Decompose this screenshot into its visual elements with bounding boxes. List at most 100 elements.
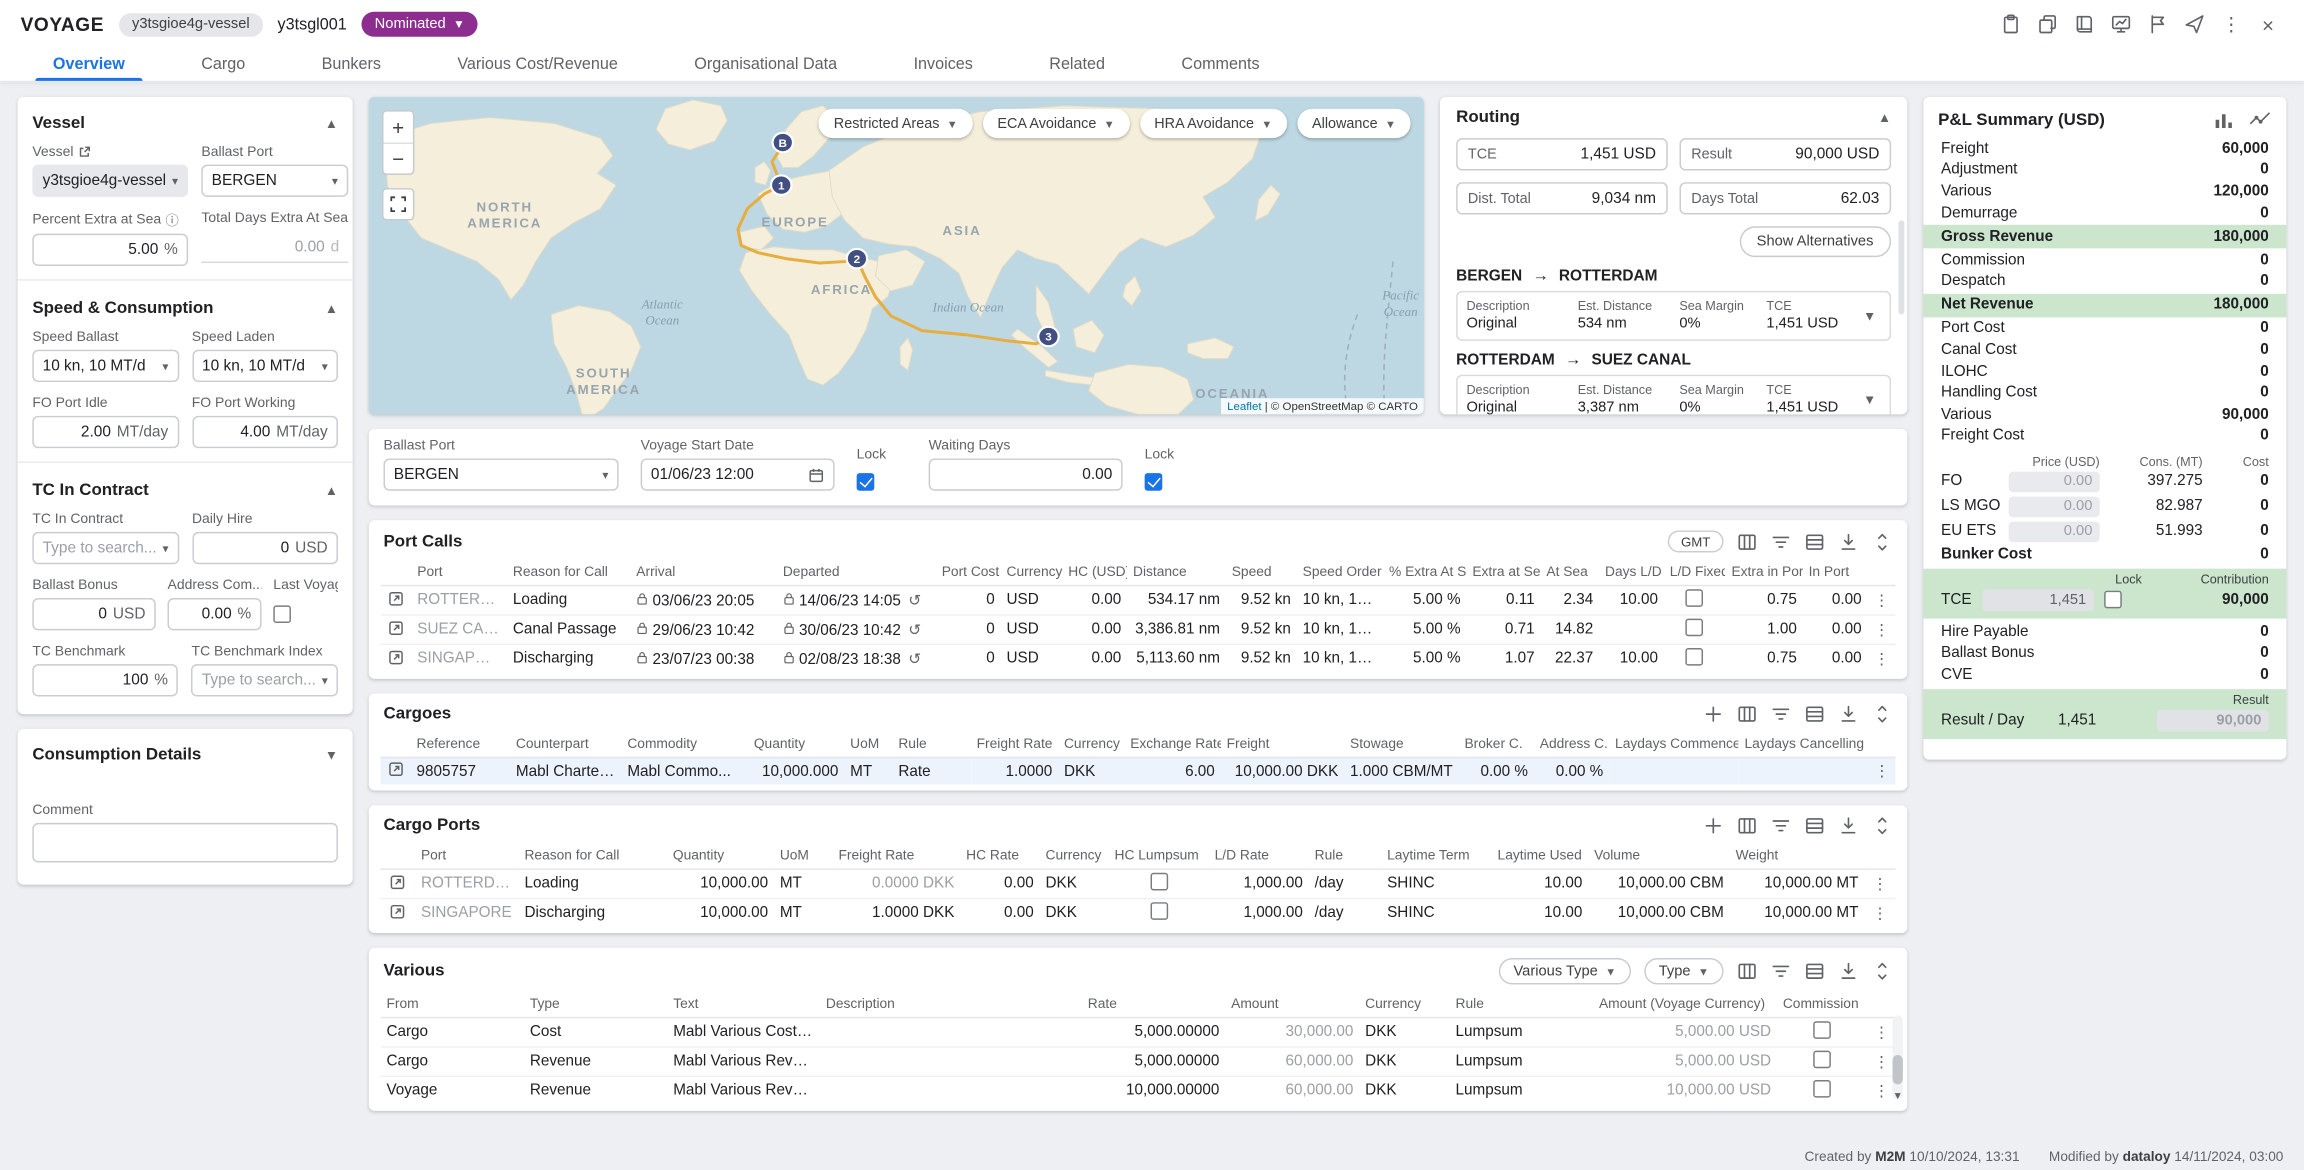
daily-hire-input[interactable]: 0USD <box>192 532 338 564</box>
cargo-port-cell-kebab[interactable]: ⋮ <box>1864 869 1895 898</box>
various-col-amount[interactable]: Amount <box>1225 992 1359 1018</box>
filter-icon[interactable] <box>1771 816 1792 837</box>
row-menu-icon[interactable]: ⋮ <box>1874 593 1889 609</box>
various-col-commission[interactable]: Commission <box>1777 992 1867 1018</box>
flag-icon[interactable] <box>2142 9 2173 40</box>
various-row[interactable]: VoyageRevenueMabl Various Revenue Lu...1… <box>381 1076 1896 1105</box>
port-call-cell-days_ld[interactable] <box>1599 615 1664 644</box>
percent-extra-input[interactable]: 5.00% <box>32 234 188 266</box>
cargo-col-quantity[interactable]: Quantity <box>748 732 844 758</box>
cargo-cell-reference[interactable]: 9805757 <box>411 757 510 784</box>
various-col-from[interactable]: From <box>381 992 524 1018</box>
history-icon[interactable]: ↺ <box>908 593 921 609</box>
cargo-col-counterpart[interactable]: Counterpart <box>510 732 621 758</box>
map-marker-3[interactable]: 3 <box>1038 327 1058 346</box>
port-call-cell-port[interactable]: ROTTERDA... <box>411 586 507 615</box>
tce-lock-checkbox[interactable] <box>2104 591 2122 609</box>
cargo-cell-uom[interactable]: MT <box>844 757 892 784</box>
map-filter-eca-avoidance[interactable]: ECA Avoidance▼ <box>983 109 1130 138</box>
download-icon[interactable] <box>1838 704 1859 725</box>
various-cell-amount_voyage[interactable]: 10,000.00 USD <box>1593 1076 1777 1105</box>
port-call-cell-arrival[interactable]: 03/06/23 20:05 <box>630 586 777 615</box>
zoom-out-button[interactable]: − <box>384 143 413 174</box>
tc-contract-search[interactable]: Type to search...▾ <box>32 532 178 564</box>
chart-icon[interactable] <box>2106 9 2137 40</box>
cargo-port-cell-currency[interactable]: DKK <box>1040 869 1109 898</box>
port-call-col-hc-usd[interactable]: HC (USD) <box>1062 560 1127 586</box>
cargo-port-cell-uom[interactable]: MT <box>774 899 833 928</box>
cargo-port-row[interactable]: SINGAPOREDischarging10,000.00MT1.0000 DK… <box>381 899 1896 928</box>
cargo-port-cell-ld_rate[interactable]: 1,000.00 <box>1209 899 1309 928</box>
cargo-port-cell-laytime_term[interactable]: SHINC <box>1381 899 1491 928</box>
cargo-col-exchange-rate[interactable]: Exchange Rate <box>1124 732 1220 758</box>
cargo-port-col-icon[interactable] <box>1864 843 1895 869</box>
port-call-cell-departed[interactable]: 02/08/23 18:38↺ <box>777 644 936 673</box>
bar-chart-icon[interactable] <box>2213 109 2235 131</box>
port-call-col-extra-at-sea[interactable]: % Extra At Sea <box>1383 560 1466 586</box>
port-call-cell-port_cost[interactable]: 0 <box>936 644 1001 673</box>
port-call-cell-kebab[interactable]: ⋮ <box>1868 586 1896 615</box>
various-cell-description[interactable] <box>820 1018 1082 1047</box>
view-columns-icon[interactable] <box>1737 961 1758 982</box>
history-icon[interactable]: ↺ <box>908 652 921 668</box>
cargo-port-cell-weight[interactable]: 10,000.00 MT <box>1730 869 1865 898</box>
various-commission-checkbox[interactable] <box>1813 1051 1831 1069</box>
cargo-cell-commodity[interactable]: Mabl Commo... <box>621 757 747 784</box>
cargo-port-hc_lumpsum-checkbox[interactable] <box>1150 873 1168 891</box>
bunker-price-input[interactable]: 0.00 <box>2009 496 2100 517</box>
map-filter-hra-avoidance[interactable]: HRA Avoidance▼ <box>1140 109 1287 138</box>
port-call-cell-in_port[interactable]: 0.00 <box>1803 586 1868 615</box>
ballast-port-select[interactable]: BERGEN▾ <box>201 165 348 197</box>
chevron-down-icon[interactable]: ▼ <box>1863 392 1881 407</box>
cargo-port-cell-currency[interactable]: DKK <box>1040 899 1109 928</box>
various-cell-currency[interactable]: DKK <box>1359 1076 1449 1105</box>
logbook-icon[interactable] <box>2069 9 2100 40</box>
clipboard-icon[interactable] <box>1995 9 2026 40</box>
cargo-port-cell-weight[interactable]: 10,000.00 MT <box>1730 899 1865 928</box>
tab-overview[interactable]: Overview <box>15 48 163 80</box>
port-call-col-port-cost[interactable]: Port Cost <box>936 560 1001 586</box>
cargo-col-currency[interactable]: Currency <box>1058 732 1124 758</box>
cargo-port-col-laytime-used[interactable]: Laytime Used <box>1492 843 1589 869</box>
trend-icon[interactable] <box>2248 109 2272 131</box>
port-call-ld_fixed-checkbox[interactable] <box>1686 589 1704 607</box>
port-call-col-icon[interactable] <box>381 560 412 586</box>
comment-textarea[interactable] <box>32 823 338 863</box>
cargo-port-col-freight-rate[interactable]: Freight Rate <box>833 843 961 869</box>
port-call-cell-ld_fixed[interactable] <box>1664 586 1726 615</box>
port-call-col-speed-order[interactable]: Speed Order <box>1297 560 1383 586</box>
cargo-cell-freight_rate[interactable]: 1.0000 <box>971 757 1058 784</box>
show-alternatives-button[interactable]: Show Alternatives <box>1739 226 1891 257</box>
info-icon[interactable]: ⓘ <box>166 210 179 229</box>
scrollbar[interactable]: ▼ <box>1893 1015 1903 1099</box>
osm-credit[interactable]: © OpenStreetMap <box>1271 400 1364 413</box>
row-menu-icon[interactable]: ⋮ <box>1874 1084 1889 1100</box>
port-call-cell-currency[interactable]: USD <box>1001 615 1063 644</box>
cargo-port-cell-laytime_used[interactable]: 10.00 <box>1492 869 1589 898</box>
cargo-port-cell-quantity[interactable]: 10,000.00 <box>667 899 774 928</box>
cargo-port-cell-laytime_used[interactable]: 10.00 <box>1492 899 1589 928</box>
port-call-cell-open[interactable] <box>381 644 412 673</box>
port-call-row[interactable]: ROTTERDA...Loading03/06/23 20:0514/06/23… <box>381 586 1896 615</box>
filter-various-type[interactable]: Various Type▼ <box>1499 958 1631 984</box>
cargo-port-cell-rule[interactable]: /day <box>1309 899 1381 928</box>
various-cell-from[interactable]: Voyage <box>381 1076 524 1105</box>
cargo-port-cell-freight_rate[interactable]: 1.0000 DKK <box>833 899 961 928</box>
port-call-row[interactable]: SINGAPOREDischarging23/07/23 00:3802/08/… <box>381 644 1896 673</box>
cargo-port-col-reason-for-call[interactable]: Reason for Call <box>519 843 667 869</box>
tab-comments[interactable]: Comments <box>1143 48 1298 80</box>
various-col-text[interactable]: Text <box>667 992 820 1018</box>
cargo-cell-address_c[interactable]: 0.00 % <box>1534 757 1609 784</box>
close-icon[interactable]: × <box>2253 9 2284 40</box>
port-call-cell-extra_at_sea[interactable]: 1.07 <box>1466 644 1540 673</box>
view-columns-icon[interactable] <box>1737 704 1758 725</box>
port-call-ld_fixed-checkbox[interactable] <box>1686 619 1704 637</box>
various-col-rate[interactable]: Rate <box>1082 992 1225 1018</box>
vessel-select[interactable]: y3tsgioe4g-vessel▾ <box>32 165 188 197</box>
cargo-port-col-l-d-rate[interactable]: L/D Rate <box>1209 843 1309 869</box>
port-call-cell-reason[interactable]: Canal Passage <box>507 615 630 644</box>
port-call-cell-hc[interactable]: 0.00 <box>1062 644 1127 673</box>
various-cell-type[interactable]: Revenue <box>524 1047 667 1076</box>
various-cell-from[interactable]: Cargo <box>381 1018 524 1047</box>
cargo-col-address-c[interactable]: Address C. <box>1534 732 1609 758</box>
